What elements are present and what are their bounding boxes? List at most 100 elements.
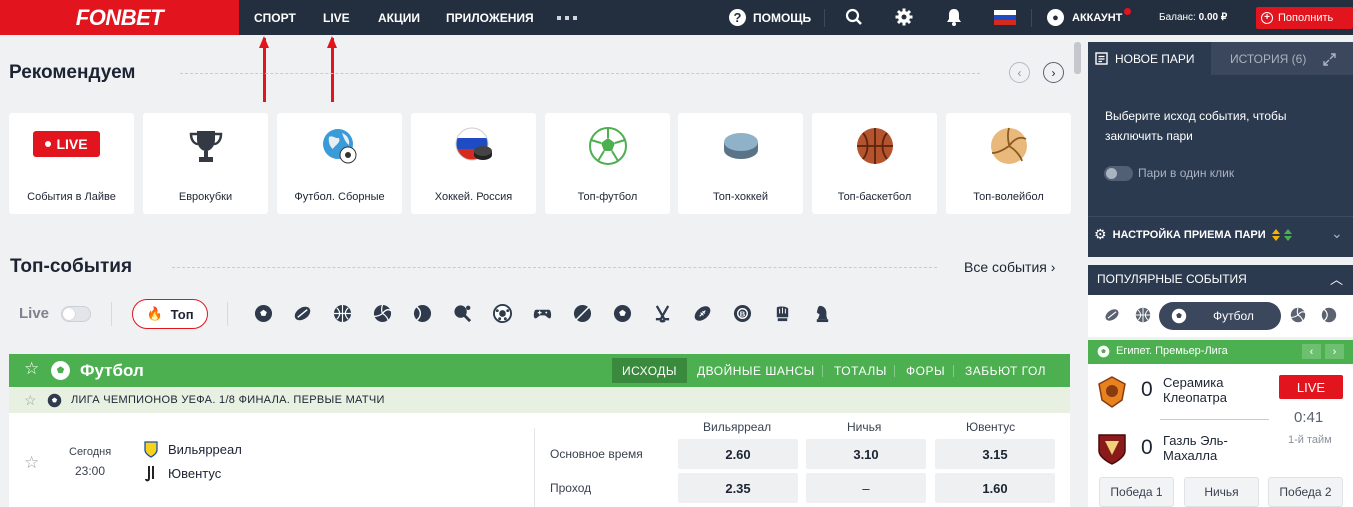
tab-double-chance[interactable]: ДВОЙНЫЕ ШАНСЫ <box>687 362 825 380</box>
prev-arrow-icon[interactable]: ‹ <box>1009 62 1030 83</box>
odd-home-main[interactable]: 2.60 <box>678 439 798 469</box>
nav-sport[interactable]: СПОРТ <box>254 11 296 25</box>
football-icon[interactable] <box>254 304 273 323</box>
odd-away-pass[interactable]: 1.60 <box>935 473 1055 503</box>
card-top-football[interactable]: Топ-футбол <box>545 113 670 214</box>
tab-both-score[interactable]: ЗАБЬЮТ ГОЛ <box>955 362 1056 380</box>
language-flag-icon[interactable] <box>994 10 1016 25</box>
gear-icon[interactable] <box>895 8 913 26</box>
logo[interactable]: FONBET <box>0 0 239 35</box>
basketball-icon[interactable] <box>333 304 352 323</box>
team-home[interactable]: Вильярреал <box>168 442 242 457</box>
american-football-icon[interactable] <box>693 304 712 323</box>
live-toggle[interactable] <box>61 306 91 322</box>
help-button[interactable]: ? ПОМОЩЬ <box>729 9 811 26</box>
more-menu-icon[interactable] <box>557 16 577 20</box>
header-divider <box>1031 9 1032 27</box>
prev-arrow-icon[interactable]: ‹ <box>1302 344 1321 359</box>
tennis-icon[interactable] <box>413 304 432 323</box>
boxing-icon[interactable] <box>773 304 792 323</box>
annotation-arrow <box>259 36 269 102</box>
card-label: Футбол. Сборные <box>294 191 385 203</box>
card-label: Топ-баскетбол <box>837 191 912 203</box>
tab-new-bet-label: НОВОЕ ПАРИ <box>1115 51 1195 66</box>
expand-icon[interactable] <box>1323 53 1336 66</box>
card-hockey-russia[interactable]: Хоккей. Россия <box>411 113 536 214</box>
tab-divider <box>822 365 823 377</box>
villarreal-logo-icon <box>144 441 158 458</box>
odd-home-pass[interactable]: 2.35 <box>678 473 798 503</box>
odd-away-main[interactable]: 3.15 <box>935 439 1055 469</box>
home-team: Серамика Клеопатра <box>1163 375 1228 405</box>
card-top-volleyball[interactable]: Топ-волейбол <box>946 113 1071 214</box>
card-eurocups[interactable]: Еврокубки <box>143 113 268 214</box>
rugby-icon[interactable] <box>1104 307 1120 323</box>
hockey-icon[interactable] <box>653 304 672 323</box>
chevron-up-icon[interactable]: ︿ <box>1330 269 1343 288</box>
star-icon[interactable]: ☆ <box>24 453 39 473</box>
football-icon <box>1097 345 1110 358</box>
nav-apps[interactable]: ПРИЛОЖЕНИЯ <box>446 11 534 25</box>
tab-outcomes[interactable]: ИСХОДЫ <box>612 358 688 383</box>
card-label: Еврокубки <box>178 191 233 203</box>
outcome-home-button[interactable]: Победа 1 <box>1099 477 1174 507</box>
nav-live[interactable]: LIVE <box>323 11 350 25</box>
card-top-hockey[interactable]: Топ-хоккей <box>678 113 803 214</box>
balance: Баланс: 0.00 ₽ <box>1159 12 1227 23</box>
scrollbar[interactable] <box>1074 42 1081 74</box>
team-logo-icon <box>1098 434 1126 465</box>
odd-draw-pass[interactable]: – <box>806 473 926 503</box>
tab-totals[interactable]: ТОТАЛЫ <box>824 362 897 380</box>
top-filter-label: Топ <box>170 306 194 322</box>
volleyball-icon[interactable] <box>1290 307 1306 323</box>
popular-sport-selected[interactable]: Футбол <box>1159 302 1281 330</box>
card-live[interactable]: События в Лайве <box>9 113 134 214</box>
bandy-icon[interactable]: B <box>733 304 752 323</box>
all-events-link[interactable]: Все события › <box>964 259 1055 275</box>
next-arrow-icon[interactable]: › <box>1043 62 1064 83</box>
league-row[interactable]: ☆ ЛИГА ЧЕМПИОНОВ УЕФА. 1/8 ФИНАЛА. ПЕРВЫ… <box>9 388 1070 413</box>
table-tennis-icon[interactable] <box>453 304 472 323</box>
away-score: 0 <box>1141 436 1153 459</box>
top-filter-button[interactable]: 🔥 Топ <box>132 299 208 329</box>
chess-icon[interactable] <box>813 304 832 323</box>
tab-new-bet[interactable]: НОВОЕ ПАРИ <box>1088 42 1211 75</box>
card-label: События в Лайве <box>27 191 116 203</box>
basketball-icon[interactable] <box>1135 307 1151 323</box>
odds-change-icon <box>1271 228 1292 241</box>
recommend-title: Рекомендуем <box>9 62 136 83</box>
bell-icon[interactable] <box>946 8 962 26</box>
account-button[interactable]: ● АККАУНТ <box>1047 9 1122 26</box>
chevron-down-icon[interactable]: ⌄ <box>1331 225 1343 242</box>
search-icon[interactable] <box>845 8 863 26</box>
bet-settings[interactable]: ⚙ НАСТРОЙКА ПРИЕМА ПАРИ <box>1094 226 1294 243</box>
bet-settings-label: НАСТРОЙКА ПРИЕМА ПАРИ <box>1112 228 1266 241</box>
star-icon[interactable]: ☆ <box>24 392 37 409</box>
header-divider <box>824 9 825 27</box>
outcome-away-button[interactable]: Победа 2 <box>1268 477 1343 507</box>
tab-handicaps[interactable]: ФОРЫ <box>896 362 955 380</box>
volleyball-icon <box>991 127 1027 164</box>
tennis-icon[interactable] <box>1321 307 1337 323</box>
one-click-toggle[interactable] <box>1104 166 1133 181</box>
rugby-icon[interactable] <box>293 304 312 323</box>
volleyball-icon[interactable] <box>373 304 392 323</box>
card-national-football[interactable]: Футбол. Сборные <box>277 113 402 214</box>
star-icon[interactable]: ☆ <box>24 359 39 379</box>
outcome-draw-button[interactable]: Ничья <box>1184 477 1259 507</box>
card-top-basketball[interactable]: Топ-баскетбол <box>812 113 937 214</box>
col-header-away: Ювентус <box>966 420 1016 434</box>
tab-history[interactable]: ИСТОРИЯ (6) <box>1230 52 1306 66</box>
esports-icon[interactable] <box>533 304 552 323</box>
deposit-button[interactable]: + Пополнить <box>1256 7 1353 29</box>
nav-promo[interactable]: АКЦИИ <box>378 11 420 25</box>
col-header-draw: Ничья <box>847 420 882 434</box>
sport-name: Футбол <box>80 361 144 380</box>
football-icon[interactable] <box>613 304 632 323</box>
team-away[interactable]: Ювентус <box>168 466 221 481</box>
next-arrow-icon[interactable]: › <box>1325 344 1344 359</box>
league-name: ЛИГА ЧЕМПИОНОВ УЕФА. 1/8 ФИНАЛА. ПЕРВЫЕ … <box>71 394 385 406</box>
futsal-icon[interactable] <box>493 304 512 323</box>
odd-draw-main[interactable]: 3.10 <box>806 439 926 469</box>
cricket-icon[interactable] <box>573 304 592 323</box>
